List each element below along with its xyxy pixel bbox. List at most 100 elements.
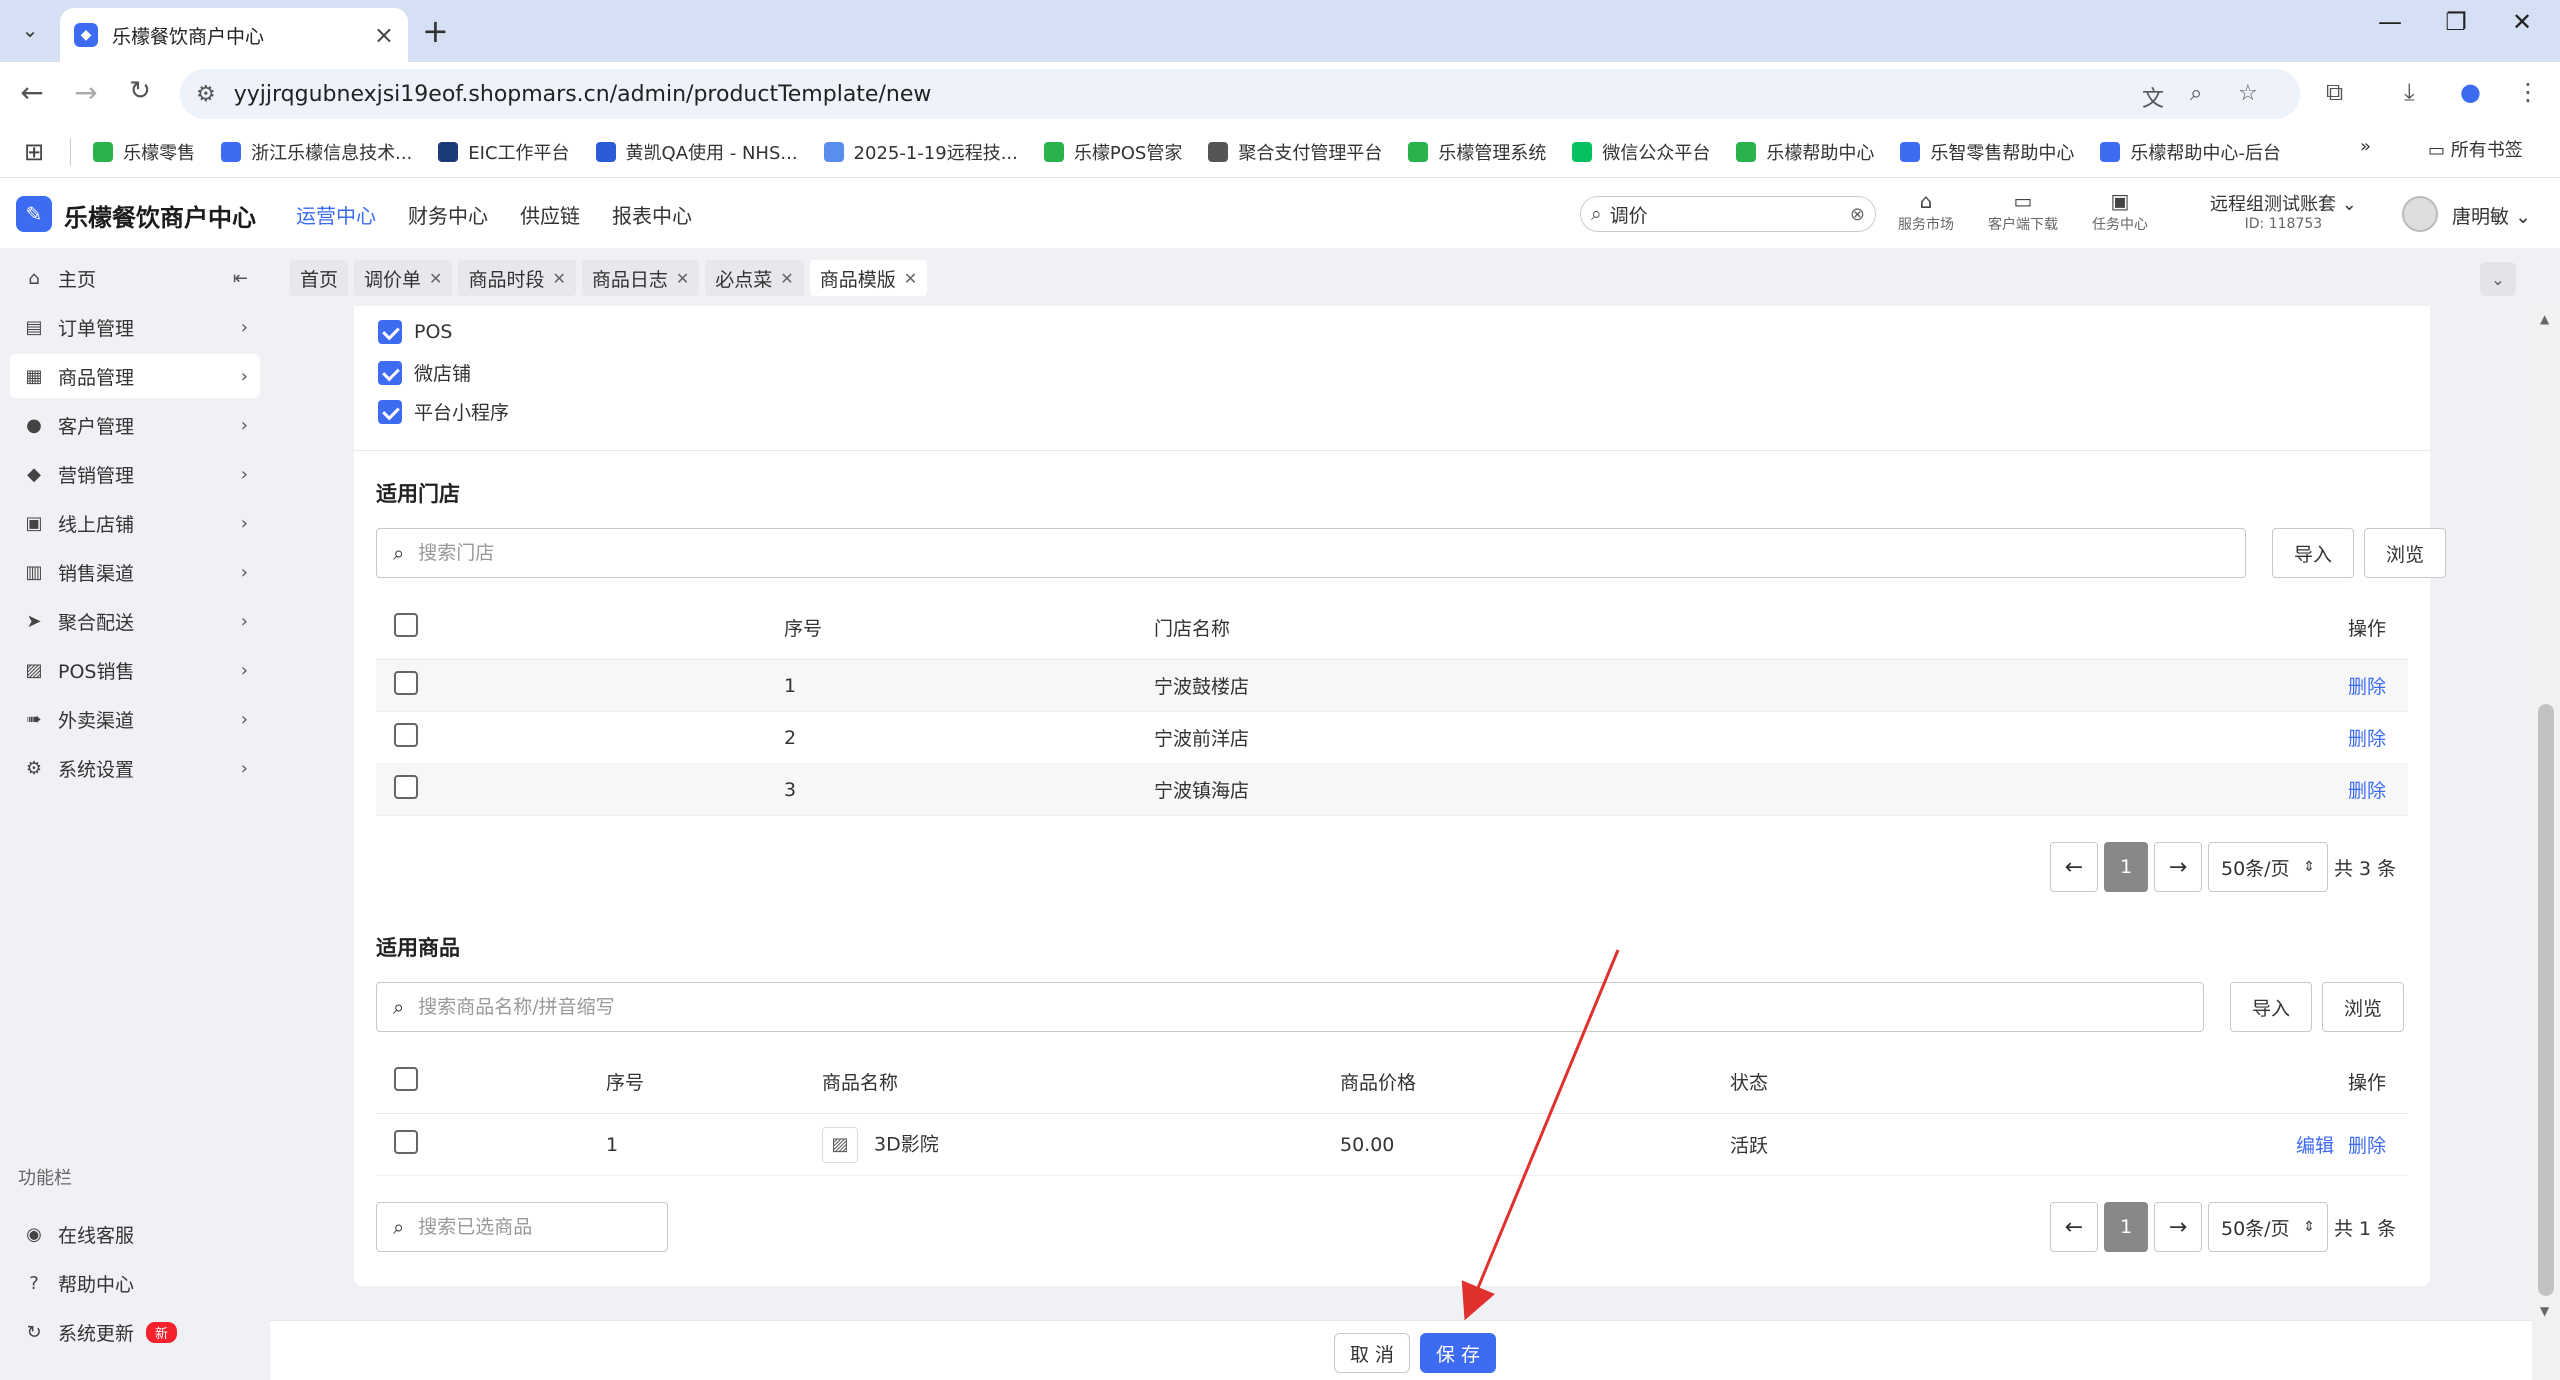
channel-miniapp-checkbox[interactable] [378,399,402,424]
header-search-input[interactable]: ⌕ 调价 ⊗ [1580,196,1876,232]
bookmark-item[interactable]: 黄凯QA使用 - NHS... [595,139,798,165]
product-search-field[interactable] [418,996,2203,1018]
bookmark-item[interactable]: 乐智零售帮助中心 [1900,139,2074,165]
bookmark-star-icon[interactable]: ☆ [2238,81,2258,106]
channel-pos-checkbox[interactable] [378,320,402,344]
delete-link[interactable]: 删除 [2348,776,2386,803]
close-window-icon[interactable]: ✕ [2492,8,2552,36]
avatar[interactable] [2402,196,2438,232]
bookmark-item[interactable]: 浙江乐檬信息技术... [221,139,412,165]
sidebar-item[interactable]: ◆ 营销管理 › [10,452,260,496]
stores-select-all-checkbox[interactable] [394,613,418,637]
sidebar-item[interactable]: ⌂ 主页 ⇤ [10,256,260,300]
function-item[interactable]: ? 帮助中心 [10,1261,260,1305]
row-checkbox[interactable] [394,723,418,747]
page-scrollbar[interactable]: ▲ ▼ [2532,304,2560,1380]
channel-microstore-checkbox[interactable] [378,360,402,385]
client-download-button[interactable]: ▭ 客户端下载 [1983,188,2063,234]
store-search-field[interactable] [418,542,2245,564]
bookmark-item[interactable]: 乐檬零售 [93,139,195,165]
task-center-button[interactable]: ▣ 任务中心 [2080,188,2160,234]
delete-link[interactable]: 删除 [2348,1131,2386,1158]
address-bar[interactable]: ⚙ yyjjrqgubnexjsi19eof.shopmars.cn/admin… [180,69,2300,119]
topnav-item-supply[interactable]: 供应链 [520,200,580,229]
service-market-button[interactable]: ⌂ 服务市场 [1886,188,1966,234]
bookmark-item[interactable]: EIC工作平台 [438,139,570,165]
delete-link[interactable]: 删除 [2348,672,2386,699]
more-menu-icon[interactable]: ⋮ [2516,78,2540,106]
bookmark-item[interactable]: 乐檬帮助中心 [1736,139,1874,165]
product-browse-button[interactable]: 浏览 [2322,982,2404,1032]
sidebar-item[interactable]: ● 客户管理 › [10,403,260,447]
account-switcher[interactable]: 远程组测试账套 ⌄ ID: 118753 [2210,190,2357,232]
store-search-input[interactable]: ⌕ [376,528,2246,578]
page-tab[interactable]: 商品日志 ✕ [581,260,700,296]
cancel-button[interactable]: 取 消 [1334,1333,1410,1373]
channel-miniapp[interactable]: 平台小程序 [378,398,509,425]
sidebar-item[interactable]: ▦ 商品管理 › [10,354,260,398]
save-button[interactable]: 保 存 [1420,1333,1496,1373]
browser-tab-active[interactable]: ◆ 乐檬餐饮商户中心 × [60,8,408,62]
forward-icon[interactable]: → [68,76,104,109]
user-menu[interactable]: 唐明敏 ⌄ [2452,202,2531,229]
store-import-button[interactable]: 导入 [2272,528,2354,578]
page-tab[interactable]: 调价单 ✕ [354,260,453,296]
row-checkbox[interactable] [394,671,418,695]
edit-link[interactable]: 编辑 [2296,1131,2334,1158]
tabs-dropdown-icon[interactable]: ⌄ [2480,262,2516,296]
prev-page-button[interactable]: ← [2050,842,2098,892]
page-tab[interactable]: 商品模版 ✕ [809,260,928,296]
current-page[interactable]: 1 [2104,1202,2148,1252]
row-checkbox[interactable] [394,1130,418,1154]
bookmark-item[interactable]: 微信公众平台 [1572,139,1710,165]
delete-link[interactable]: 删除 [2348,724,2386,751]
scroll-up-icon[interactable]: ▲ [2540,312,2549,326]
bookmark-item[interactable]: 乐檬帮助中心-后台 [2100,139,2281,165]
apps-grid-icon[interactable]: ⊞ [24,138,44,166]
row-checkbox[interactable] [394,775,418,799]
page-tab[interactable]: 首页 [290,260,349,296]
sidebar-item[interactable]: ➠ 外卖渠道 › [10,697,260,741]
function-item[interactable]: ◉ 在线客服 [10,1212,260,1256]
prev-page-button[interactable]: ← [2050,1202,2098,1252]
topnav-item-operations[interactable]: 运营中心 [296,200,376,229]
current-page[interactable]: 1 [2104,842,2148,892]
new-tab-icon[interactable]: + [422,12,449,50]
bookmark-item[interactable]: 乐檬POS管家 [1043,139,1182,165]
tab-search-chevron-icon[interactable]: ⌄ [10,10,50,50]
next-page-button[interactable]: → [2154,842,2202,892]
minimize-icon[interactable]: — [2360,8,2420,36]
extensions-icon[interactable]: ⧉ [2326,78,2343,106]
close-tab-icon[interactable]: × [374,21,394,49]
selected-product-search-field[interactable] [418,1216,667,1238]
clear-search-icon[interactable]: ⊗ [1850,204,1865,225]
sidebar-item[interactable]: ▥ 销售渠道 › [10,550,260,594]
page-tab[interactable]: 必点菜 ✕ [705,260,804,296]
next-page-button[interactable]: → [2154,1202,2202,1252]
download-icon[interactable]: ⤓ [2404,78,2415,106]
close-tab-icon[interactable]: ✕ [676,269,689,288]
bookmark-item[interactable]: 2025-1-19远程技... [823,139,1018,165]
back-icon[interactable]: ← [14,76,50,109]
close-tab-icon[interactable]: ✕ [429,269,442,288]
sidebar-item[interactable]: ▨ POS销售 › [10,648,260,692]
page-size-select[interactable]: 50条/页 ⇕ [2208,1202,2328,1252]
collapse-sidebar-icon[interactable]: ⇤ [233,268,248,289]
close-tab-icon[interactable]: ✕ [552,269,565,288]
product-import-button[interactable]: 导入 [2230,982,2312,1032]
close-tab-icon[interactable]: ✕ [904,269,917,288]
product-search-input[interactable]: ⌕ [376,982,2204,1032]
reload-icon[interactable]: ↻ [122,76,158,106]
bookmark-item[interactable]: 聚合支付管理平台 [1208,139,1382,165]
profile-icon[interactable]: ● [2460,78,2481,106]
scroll-down-icon[interactable]: ▼ [2540,1304,2549,1318]
store-browse-button[interactable]: 浏览 [2364,528,2446,578]
topnav-item-reports[interactable]: 报表中心 [612,200,692,229]
zoom-icon[interactable]: ⌕ [2190,81,2202,106]
site-info-icon[interactable]: ⚙ [196,82,216,107]
translate-icon[interactable]: 文 [2142,81,2164,113]
sidebar-item[interactable]: ▤ 订单管理 › [10,305,260,349]
scrollbar-thumb[interactable] [2538,704,2554,1296]
page-tab[interactable]: 商品时段 ✕ [458,260,576,296]
function-item[interactable]: ↻ 系统更新新 [10,1310,260,1354]
